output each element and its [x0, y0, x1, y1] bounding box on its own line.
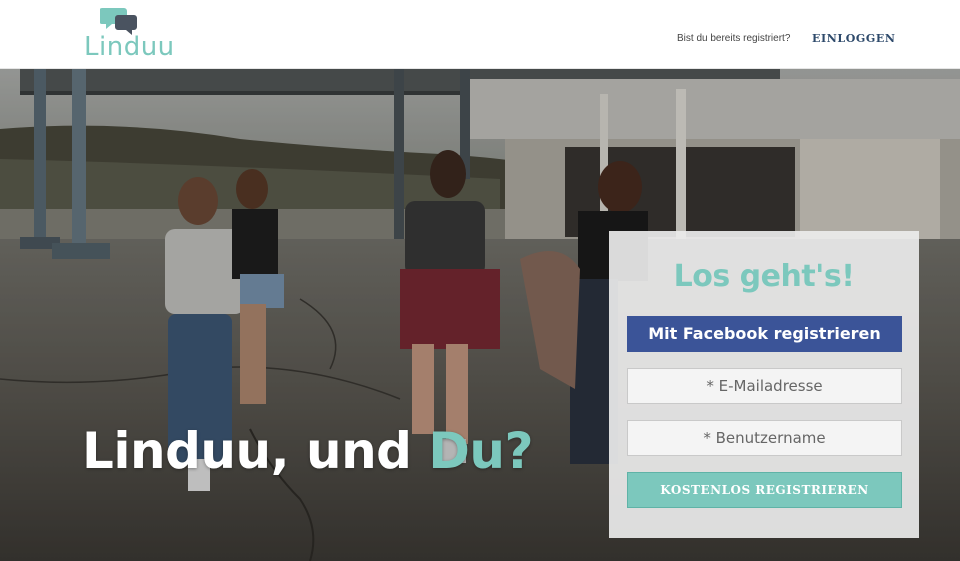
hero-heading-accent: Du? [428, 422, 533, 480]
facebook-register-button[interactable]: Mit Facebook registrieren [627, 316, 902, 352]
email-field[interactable] [627, 368, 902, 404]
logo-text: Linduu [84, 32, 175, 62]
login-link[interactable]: EINLOGGEN [812, 32, 896, 45]
signup-panel: Los geht's! Mit Facebook registrieren KO… [609, 231, 919, 538]
already-registered-text: Bist du bereits registriert? [677, 33, 791, 44]
hero-heading-main: Linduu, und [82, 422, 429, 480]
site-logo[interactable]: Linduu [84, 6, 194, 62]
signup-title: Los geht's! [673, 259, 855, 294]
hero-heading: Linduu, und Du? [82, 422, 533, 480]
username-field[interactable] [627, 420, 902, 456]
site-header: Linduu Bist du bereits registriert? EINL… [0, 0, 960, 69]
free-register-button[interactable]: KOSTENLOS REGISTRIEREN [627, 472, 902, 508]
